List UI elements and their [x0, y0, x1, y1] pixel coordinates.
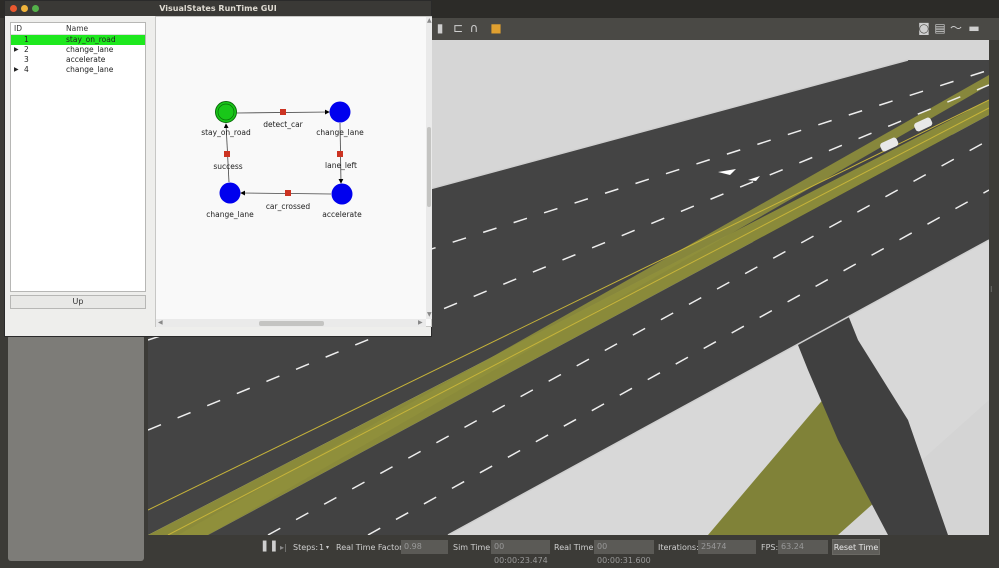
steps-dropdown-icon[interactable]: ▾ — [326, 542, 329, 554]
vertical-scrollbar[interactable]: ▲ ▼ — [426, 17, 432, 319]
save-icon[interactable]: ▤ — [934, 22, 946, 34]
scroll-left-icon[interactable]: ◀ — [158, 320, 163, 326]
state-diagram-canvas[interactable]: stay_on_road change_lane accelerate chan… — [155, 16, 432, 327]
row-id: 2 — [24, 45, 29, 54]
scroll-thumb[interactable] — [427, 127, 431, 207]
expand-arrow-icon[interactable]: ▶ — [14, 65, 19, 75]
state-node[interactable] — [219, 182, 241, 204]
tree-row[interactable]: 3 accelerate — [11, 55, 145, 65]
row-id: 4 — [24, 65, 29, 74]
scroll-thumb[interactable] — [259, 321, 324, 326]
transition-label: detect_car — [263, 120, 303, 129]
sim-time-label: Sim Time: — [453, 543, 493, 552]
sim-time-field: 00 00:00:23.474 — [491, 540, 550, 565]
window-title: VisualStates RunTime GUI — [159, 4, 277, 13]
transition-label: success — [213, 162, 242, 171]
gazebo-right-edge: ⁝ — [989, 40, 999, 535]
state-node[interactable] — [215, 101, 237, 123]
state-label: stay_on_road — [201, 128, 251, 137]
tree-header: ID Name — [11, 23, 145, 35]
horizontal-scrollbar[interactable]: ◀ ▶ — [156, 319, 426, 327]
transition-handle[interactable] — [337, 151, 343, 157]
steps-value[interactable]: 1 — [319, 542, 324, 554]
log-icon[interactable]: ▬ — [968, 22, 980, 34]
transition-handle[interactable] — [280, 109, 286, 115]
gazebo-status-bar: ❚❚ ▸| Steps: 1 ▾ Real Time Factor: 0.98 … — [148, 535, 989, 565]
state-node[interactable] — [329, 101, 351, 123]
row-name: change_lane — [66, 65, 114, 74]
state-label: change_lane — [206, 210, 254, 219]
up-button[interactable]: Up — [10, 295, 146, 309]
handle-icon[interactable]: ⁝ — [990, 285, 993, 294]
fps-label: FPS: — [761, 543, 779, 552]
chart-icon[interactable]: 〜 — [950, 22, 962, 34]
align-icon[interactable]: ⊏ — [452, 22, 464, 34]
tree-row[interactable]: ▶ 4 change_lane — [11, 65, 145, 75]
step-icon[interactable]: ▸| — [280, 542, 287, 554]
scroll-right-icon[interactable]: ▶ — [418, 320, 423, 326]
magnet-icon[interactable]: ∩ — [468, 22, 480, 34]
transition-label: lane_left — [325, 161, 357, 170]
header-id[interactable]: ID — [14, 23, 22, 34]
expand-arrow-icon[interactable]: ▶ — [14, 45, 19, 55]
state-diagram: stay_on_road change_lane accelerate chan… — [201, 101, 364, 219]
state-label: change_lane — [316, 128, 364, 137]
scroll-down-icon[interactable]: ▼ — [427, 312, 432, 318]
row-id: 3 — [24, 55, 29, 64]
state-node[interactable] — [331, 183, 353, 205]
state-label: accelerate — [322, 210, 362, 219]
color-icon[interactable]: ■ — [490, 22, 502, 34]
row-name: stay_on_road — [66, 35, 116, 44]
row-id: 1 — [24, 35, 29, 44]
header-name[interactable]: Name — [66, 23, 88, 34]
steps-label: Steps: — [293, 543, 319, 552]
rtf-field: 0.98 — [401, 540, 448, 554]
fps-field: 63.24 — [778, 540, 828, 554]
shape-icon[interactable]: ▮ — [434, 22, 446, 34]
tree-row[interactable]: 1 stay_on_road — [11, 35, 145, 45]
visualstates-window: VisualStates RunTime GUI ID Name 1 stay_… — [4, 0, 432, 337]
reset-time-button[interactable]: Reset Time — [832, 539, 880, 555]
iterations-label: Iterations: — [658, 543, 699, 552]
row-name: change_lane — [66, 45, 114, 54]
transition-handle[interactable] — [224, 151, 230, 157]
tree-row[interactable]: ▶ 2 change_lane — [11, 45, 145, 55]
title-bar: VisualStates RunTime GUI — [5, 1, 431, 16]
pause-icon[interactable]: ❚❚ — [260, 540, 278, 552]
scroll-up-icon[interactable]: ▲ — [427, 18, 432, 24]
real-time-field: 00 00:00:31.600 — [594, 540, 654, 565]
rtf-label: Real Time Factor: — [336, 543, 405, 552]
real-time-label: Real Time: — [554, 543, 597, 552]
iterations-field: 25474 — [698, 540, 756, 554]
state-tree[interactable]: ID Name 1 stay_on_road ▶ 2 change_lane 3… — [10, 22, 146, 292]
row-name: accelerate — [66, 55, 106, 64]
transition-label: car_crossed — [266, 202, 311, 211]
window-edge — [0, 335, 8, 564]
gazebo-toolbar: ▮ ⊏ ∩ ■ ◙ ▤ 〜 ▬ — [428, 18, 999, 41]
gazebo-left-panel — [8, 335, 144, 561]
transition-handle[interactable] — [285, 190, 291, 196]
camera-icon[interactable]: ◙ — [918, 22, 930, 34]
